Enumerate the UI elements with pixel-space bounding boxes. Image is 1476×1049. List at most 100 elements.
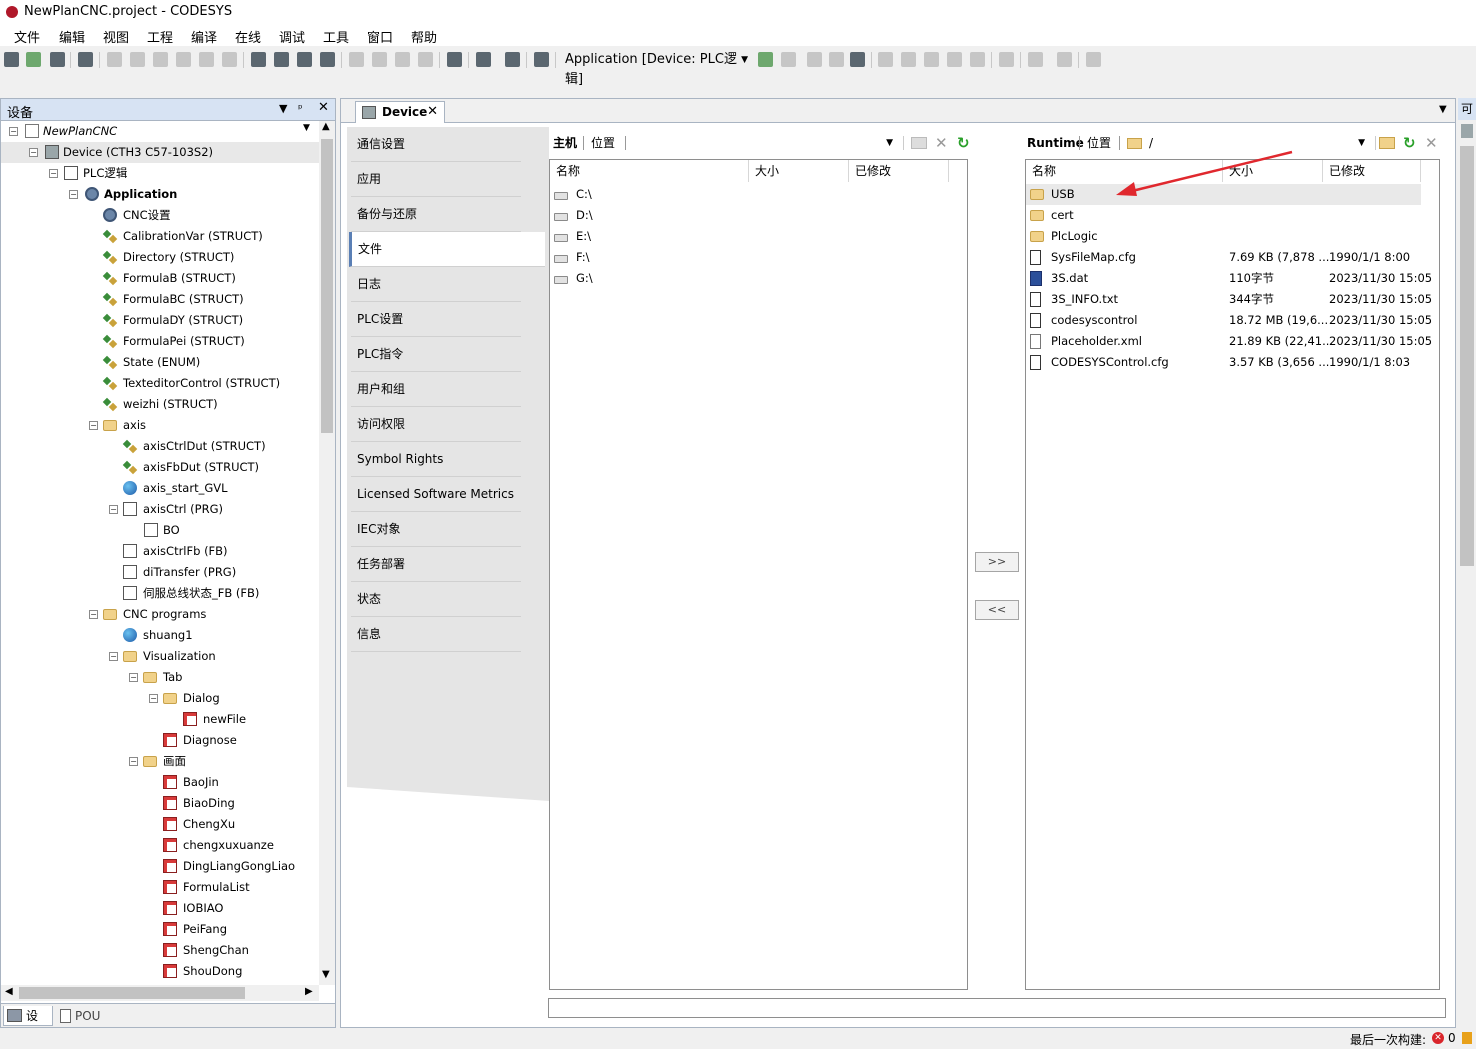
host-file-list[interactable]: 名称 大小 已修改 C:\ D:\ E:\ F:\ G:\ <box>549 159 968 990</box>
tab-devices[interactable]: 设备 <box>3 1006 53 1043</box>
new-folder-icon[interactable] <box>1379 137 1395 149</box>
scrollbar-thumb[interactable] <box>321 139 333 433</box>
tree-node[interactable]: FormulaPei (STRUCT) <box>1 331 319 352</box>
tree-node[interactable]: − Dialog <box>1 688 319 709</box>
menu-edit[interactable]: 编辑 <box>59 27 85 46</box>
close-tab-icon[interactable]: ✕ <box>427 102 438 122</box>
collapse-toggle-icon[interactable]: − <box>129 673 138 682</box>
runtime-file-list[interactable]: 名称 大小 已修改 USB cert PlcLogic SysFileMap.cfg 7… <box>1025 159 1440 990</box>
file-row[interactable]: cert <box>1026 205 1421 226</box>
pin-icon[interactable]: ᵖ <box>298 102 303 115</box>
right-dock-tab[interactable]: 可 <box>1458 98 1476 120</box>
nav-item[interactable]: Symbol Rights <box>351 442 521 477</box>
collapse-toggle-icon[interactable]: − <box>9 127 18 136</box>
reset-icon[interactable] <box>850 52 865 67</box>
tree-node[interactable]: − Visualization <box>1 646 319 667</box>
tree-node[interactable]: − 画面 <box>1 751 319 772</box>
device-tree[interactable]: − NewPlanCNC − Device (CTH3 C57-103S2) − PLC逻… <box>1 121 319 985</box>
tree-node[interactable]: chengxuxuanze <box>1 835 319 856</box>
tab-pou[interactable]: POU <box>57 1006 107 1026</box>
file-row[interactable]: G:\ <box>550 268 967 289</box>
logout-icon[interactable] <box>781 52 796 67</box>
nav-item[interactable]: 备份与还原 <box>351 197 521 232</box>
collapse-toggle-icon[interactable]: − <box>109 652 118 661</box>
tree-node[interactable]: IOBIAO <box>1 898 319 919</box>
tree-node[interactable]: FormulaList <box>1 877 319 898</box>
tree-node[interactable]: TexteditorControl (STRUCT) <box>1 373 319 394</box>
tree-node[interactable]: CalibrationVar (STRUCT) <box>1 226 319 247</box>
file-row[interactable]: D:\ <box>550 205 967 226</box>
delete-icon[interactable]: ✕ <box>1425 130 1438 156</box>
runtime-col-modified[interactable]: 已修改 <box>1323 160 1421 182</box>
print-icon[interactable] <box>78 52 93 67</box>
bookmark-icon[interactable] <box>349 52 364 67</box>
tree-node[interactable]: Diagnose <box>1 730 319 751</box>
tree-node[interactable]: BO <box>1 520 319 541</box>
file-row[interactable]: Placeholder.xml 21.89 KB (22,41... 2023/11… <box>1026 331 1432 352</box>
file-row[interactable]: F:\ <box>550 247 967 268</box>
tree-node[interactable]: FormulaB (STRUCT) <box>1 268 319 289</box>
find-next-icon[interactable] <box>274 52 289 67</box>
refresh-icon[interactable]: ↻ <box>957 130 970 156</box>
nav-item[interactable]: 访问权限 <box>351 407 521 442</box>
open-project-icon[interactable] <box>26 52 41 67</box>
login-icon[interactable] <box>758 52 773 67</box>
tree-vertical-scrollbar[interactable]: ▲ ▼ <box>319 121 335 985</box>
tree-node[interactable]: FormulaDY (STRUCT) <box>1 310 319 331</box>
window-icon[interactable] <box>447 52 462 67</box>
tree-node[interactable]: BaoJin <box>1 772 319 793</box>
bookmark-clear-icon[interactable] <box>418 52 433 67</box>
file-row[interactable]: 3S.dat 110字节 2023/11/30 15:05 <box>1026 268 1432 289</box>
tree-node[interactable]: shuang1 <box>1 625 319 646</box>
tree-node[interactable]: ShengChan <box>1 940 319 961</box>
tree-node[interactable]: ShouDong <box>1 961 319 982</box>
chevron-down-icon[interactable]: ▼ <box>303 123 310 133</box>
nav-item[interactable]: 日志 <box>351 267 521 302</box>
file-row[interactable]: SysFileMap.cfg 7.69 KB (7,878 ... 1990/1/1… <box>1026 247 1421 268</box>
collapse-toggle-icon[interactable]: − <box>89 610 98 619</box>
tree-horizontal-scrollbar[interactable]: ◀ ▶ <box>1 985 319 1001</box>
redo-icon[interactable] <box>130 52 145 67</box>
tree-node[interactable]: 伺服总线状态_FB (FB) <box>1 583 319 604</box>
scroll-up-icon[interactable]: ▲ <box>322 121 330 132</box>
scroll-right-icon[interactable]: ▶ <box>305 986 313 997</box>
step-out-icon[interactable] <box>947 52 962 67</box>
file-row[interactable]: 3S_INFO.txt 344字节 2023/11/30 15:05 <box>1026 289 1432 310</box>
nav-item[interactable]: 信息 <box>351 617 521 652</box>
collapse-toggle-icon[interactable]: − <box>109 505 118 514</box>
tree-node[interactable]: CNC设置 <box>1 205 319 226</box>
nav-item[interactable]: 应用 <box>351 162 521 197</box>
tree-node[interactable]: FormulaBC (STRUCT) <box>1 289 319 310</box>
new-folder-icon[interactable] <box>911 137 927 149</box>
undo-icon[interactable] <box>107 52 122 67</box>
build-icon[interactable] <box>534 52 549 67</box>
tree-node[interactable]: BiaoDing <box>1 793 319 814</box>
nav-item[interactable]: PLC设置 <box>351 302 521 337</box>
tab-list-icon[interactable]: ▼ <box>1439 104 1447 115</box>
cut-icon[interactable] <box>153 52 168 67</box>
dock-icon[interactable] <box>1461 124 1473 138</box>
tree-node[interactable]: axis_start_GVL <box>1 478 319 499</box>
breakpoint-icon[interactable] <box>878 52 893 67</box>
scrollbar-thumb[interactable] <box>1460 146 1474 566</box>
tab-device[interactable]: Device ✕ <box>355 101 445 123</box>
nav-item[interactable]: 文件 <box>349 232 545 267</box>
tree-node[interactable]: State (ENUM) <box>1 352 319 373</box>
nav-item[interactable]: PLC指令 <box>351 337 521 372</box>
show-next-statement-icon[interactable] <box>999 52 1014 67</box>
add-object-icon[interactable] <box>476 52 491 67</box>
tree-node[interactable]: − axisCtrl (PRG) <box>1 499 319 520</box>
nav-item[interactable]: 用户和组 <box>351 372 521 407</box>
bookmark-prev-icon[interactable] <box>395 52 410 67</box>
tree-node[interactable]: diTransfer (PRG) <box>1 562 319 583</box>
close-icon[interactable]: ✕ <box>318 100 329 115</box>
menu-build[interactable]: 编译 <box>191 27 217 46</box>
tree-node[interactable]: newFile <box>1 709 319 730</box>
file-row[interactable]: C:\ <box>550 184 967 205</box>
file-row[interactable]: E:\ <box>550 226 967 247</box>
nav-item[interactable]: Licensed Software Metrics <box>351 477 521 512</box>
tree-node[interactable]: − NewPlanCNC <box>1 121 319 142</box>
refresh-icon[interactable]: ↻ <box>1403 130 1416 156</box>
tree-node[interactable]: weizhi (STRUCT) <box>1 394 319 415</box>
paste-icon[interactable] <box>199 52 214 67</box>
